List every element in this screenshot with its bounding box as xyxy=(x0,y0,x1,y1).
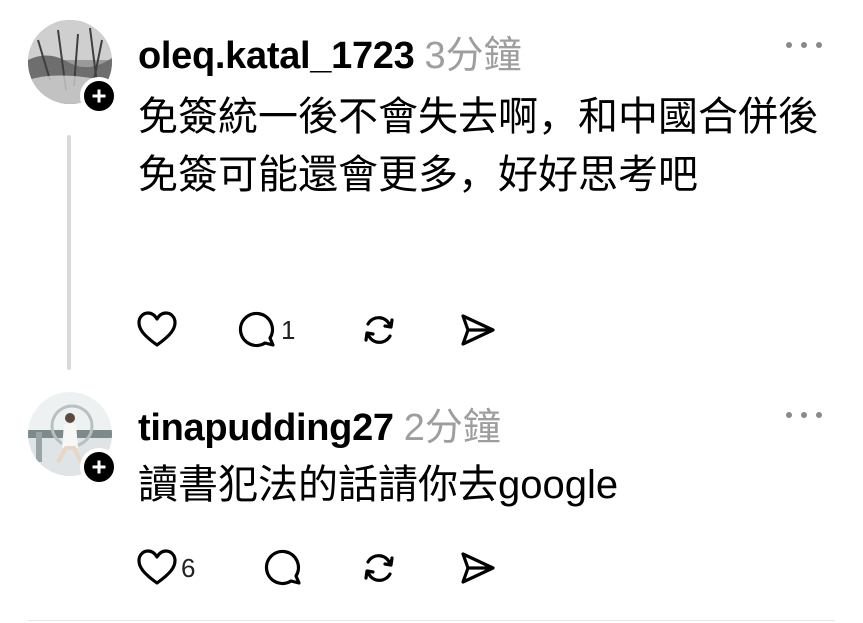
reply-button[interactable] xyxy=(261,546,307,590)
repost-button[interactable] xyxy=(357,546,401,590)
repost-icon xyxy=(364,554,394,582)
post-2: tinapudding27 2分鐘 讀書犯法的話請你去google 6 xyxy=(0,0,863,623)
comment-icon xyxy=(264,549,301,586)
like-button[interactable]: 6 xyxy=(135,546,195,590)
more-options-icon[interactable] xyxy=(786,410,826,420)
post-header: tinapudding27 2分鐘 xyxy=(138,396,501,451)
share-button[interactable] xyxy=(455,546,499,590)
post-text: 讀書犯法的話請你去google xyxy=(138,463,619,507)
follow-plus-icon[interactable] xyxy=(80,448,118,486)
username[interactable]: tinapudding27 xyxy=(138,407,394,449)
heart-icon xyxy=(137,549,177,585)
send-icon xyxy=(461,552,495,584)
divider xyxy=(28,620,835,621)
timestamp: 2分鐘 xyxy=(403,407,501,449)
like-count: 6 xyxy=(181,552,196,583)
